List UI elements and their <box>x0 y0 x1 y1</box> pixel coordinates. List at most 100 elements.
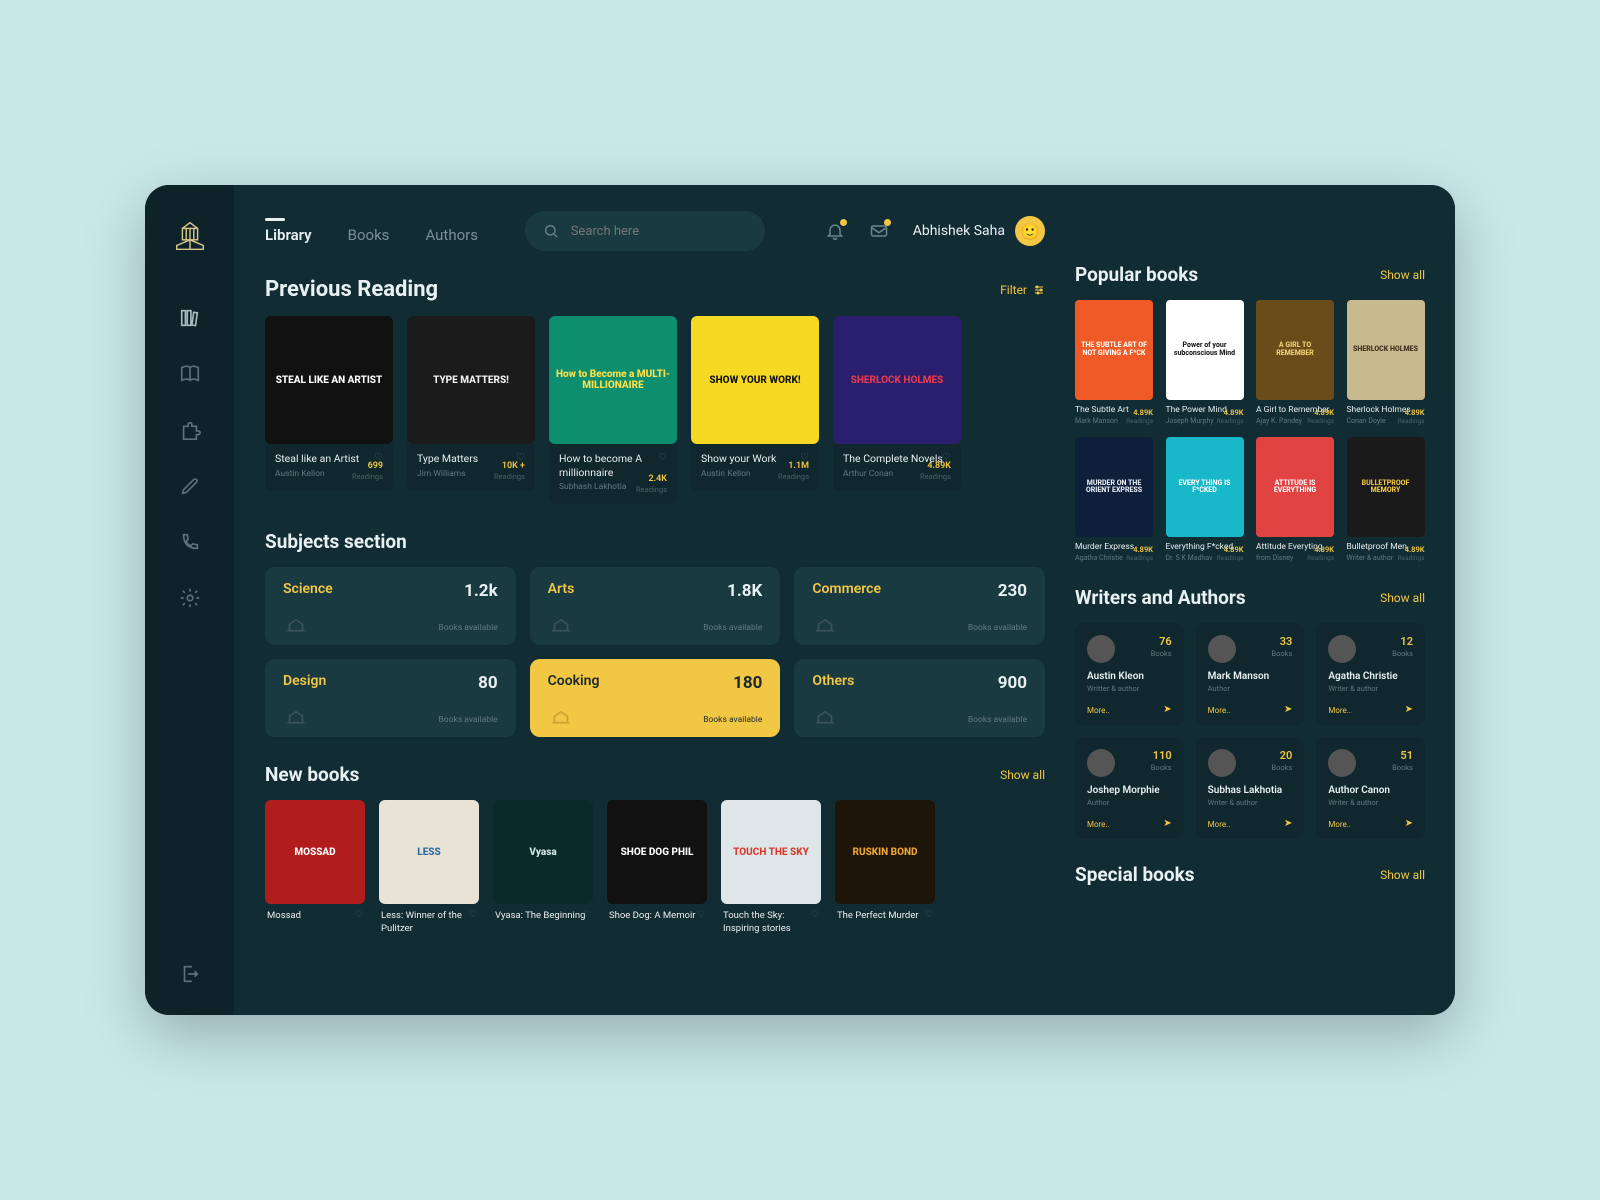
popular-card[interactable]: MURDER ON THE ORIENT EXPRESS Murder Expr… <box>1075 437 1153 562</box>
book-cover: A GIRL TO REMEMBER <box>1256 300 1334 400</box>
tab-library[interactable]: Library <box>265 218 312 244</box>
nav-settings-icon[interactable] <box>179 587 201 609</box>
heart-icon[interactable]: ♡ <box>355 910 363 920</box>
book-cover: SHERLOCK HOLMES <box>833 316 961 444</box>
subject-icon <box>283 609 309 635</box>
book-cover: BULLETPROOF MEMORY <box>1347 437 1425 537</box>
book-card[interactable]: STEAL LIKE AN ARTIST ♡ Steal like an Art… <box>265 316 393 504</box>
user-menu[interactable]: Abhishek Saha 🙂 <box>913 216 1045 246</box>
send-icon[interactable]: ➤ <box>1284 818 1292 829</box>
heart-icon[interactable]: ♡ <box>658 452 667 463</box>
book-cover: Power of your subconscious Mind <box>1166 300 1244 400</box>
author-role: Writer & author <box>1208 798 1293 807</box>
mail-icon[interactable] <box>869 221 889 241</box>
author-bookcount-label: Books <box>1151 763 1172 772</box>
author-name: Mark Manson <box>1208 671 1293 682</box>
send-icon[interactable]: ➤ <box>1405 704 1413 715</box>
filter-button[interactable]: Filter <box>1000 283 1045 297</box>
popular-card[interactable]: ATTITUDE IS EVERYTHING Attitude Everytin… <box>1256 437 1334 562</box>
author-more[interactable]: More.. <box>1328 820 1351 829</box>
author-card[interactable]: 110 Books Joshep Morphie Author More.. ➤ <box>1075 737 1184 839</box>
book-title: Touch the Sky: Inspiring stories <box>723 910 819 935</box>
author-more[interactable]: More.. <box>1328 706 1351 715</box>
writers-showall[interactable]: Show all <box>1380 591 1425 605</box>
book-card[interactable]: TYPE MATTERS! ♡ Type Matters Jim William… <box>407 316 535 504</box>
newbook-card[interactable]: TOUCH THE SKY ♡ Touch the Sky: Inspiring… <box>721 800 821 935</box>
search-input[interactable] <box>571 224 747 239</box>
popular-card[interactable]: A GIRL TO REMEMBER A Girl to Remember Aj… <box>1256 300 1334 425</box>
newbook-card[interactable]: SHOE DOG PHIL ♡ Shoe Dog: A Memoir <box>607 800 707 935</box>
send-icon[interactable]: ➤ <box>1163 704 1171 715</box>
nav-edit-icon[interactable] <box>179 475 201 497</box>
send-icon[interactable]: ➤ <box>1405 818 1413 829</box>
subject-card[interactable]: Science 1.2k Books available <box>265 567 516 645</box>
popular-showall[interactable]: Show all <box>1380 268 1425 282</box>
author-more[interactable]: More.. <box>1087 706 1110 715</box>
popular-card[interactable]: BULLETPROOF MEMORY Bulletproof Men Write… <box>1347 437 1425 562</box>
popular-card[interactable]: Power of your subconscious Mind The Powe… <box>1166 300 1244 425</box>
subject-card[interactable]: Others 900 Books available <box>794 659 1045 737</box>
book-card[interactable]: SHOW YOUR WORK! ♡ Show your Work Austin … <box>691 316 819 504</box>
book-card[interactable]: SHERLOCK HOLMES ♡ The Complete Novels Ar… <box>833 316 961 504</box>
heart-icon[interactable]: ♡ <box>925 910 933 920</box>
subject-count: 80 <box>478 673 498 693</box>
book-cover: MOSSAD <box>265 800 365 904</box>
send-icon[interactable]: ➤ <box>1284 704 1292 715</box>
author-card[interactable]: 76 Books Austin Kleon Writter & author M… <box>1075 623 1184 725</box>
author-name: Austin Kleon <box>1087 671 1172 682</box>
tab-authors[interactable]: Authors <box>425 218 478 244</box>
book-cover: TOUCH THE SKY <box>721 800 821 904</box>
search-box[interactable] <box>525 211 765 251</box>
author-card[interactable]: 20 Books Subhas Lakhotia Writer & author… <box>1196 737 1305 839</box>
tabs: Library Books Authors <box>265 218 478 244</box>
center-column: Library Books Authors <box>235 185 1075 1015</box>
popular-grid: THE SUBTLE ART OF NOT GIVING A F*CK The … <box>1075 300 1425 562</box>
author-bookcount: 12 <box>1392 635 1413 648</box>
nav-phone-icon[interactable] <box>179 531 201 553</box>
nav-logout-icon[interactable] <box>179 963 201 985</box>
newbooks-showall[interactable]: Show all <box>1000 768 1045 782</box>
heart-icon[interactable]: ♡ <box>583 910 591 920</box>
previous-title: Previous Reading <box>265 277 438 302</box>
newbook-card[interactable]: LESS ♡ Less: Winner of the Pulitzer <box>379 800 479 935</box>
subject-card[interactable]: Design 80 Books available <box>265 659 516 737</box>
subject-icon <box>283 701 309 727</box>
nav-reading-icon[interactable] <box>179 363 201 385</box>
special-title: Special books <box>1075 863 1195 886</box>
book-count: 4.89K <box>1314 545 1334 554</box>
popular-card[interactable]: EVERY THING IS F*CKED Everything F*cked … <box>1166 437 1244 562</box>
book-cover: STEAL LIKE AN ARTIST <box>265 316 393 444</box>
tab-books[interactable]: Books <box>348 218 390 244</box>
newbook-card[interactable]: Vyasa ♡ Vyasa: The Beginning <box>493 800 593 935</box>
book-card[interactable]: How to Become a MULTI-MILLIONAIRE ♡ How … <box>549 316 677 504</box>
author-more[interactable]: More.. <box>1087 820 1110 829</box>
special-showall[interactable]: Show all <box>1380 868 1425 882</box>
subject-card[interactable]: Cooking 180 Books available <box>530 659 781 737</box>
author-more[interactable]: More.. <box>1208 820 1231 829</box>
nav-puzzle-icon[interactable] <box>179 419 201 441</box>
heart-icon[interactable]: ♡ <box>811 910 819 920</box>
book-sub: Readings <box>1217 417 1244 425</box>
book-count: 4.89K <box>1314 408 1334 417</box>
heart-icon[interactable]: ♡ <box>697 910 705 920</box>
book-sub: Readings <box>1307 554 1334 562</box>
newbook-card[interactable]: MOSSAD ♡ Mossad <box>265 800 365 935</box>
author-card[interactable]: 12 Books Agatha Christie Writer & author… <box>1316 623 1425 725</box>
author-bookcount: 76 <box>1151 635 1172 648</box>
newbook-card[interactable]: RUSKIN BOND ♡ The Perfect Murder <box>835 800 935 935</box>
popular-card[interactable]: THE SUBTLE ART OF NOT GIVING A F*CK The … <box>1075 300 1153 425</box>
nav-books-icon[interactable] <box>179 307 201 329</box>
book-title: The Perfect Murder <box>837 910 933 922</box>
subject-available: Books available <box>703 623 762 633</box>
subject-card[interactable]: Arts 1.8K Books available <box>530 567 781 645</box>
bell-icon[interactable] <box>825 221 845 241</box>
popular-title: Popular books <box>1075 263 1198 286</box>
author-more[interactable]: More.. <box>1208 706 1231 715</box>
subject-name: Design <box>283 673 498 689</box>
send-icon[interactable]: ➤ <box>1163 818 1171 829</box>
subject-card[interactable]: Commerce 230 Books available <box>794 567 1045 645</box>
popular-card[interactable]: SHERLOCK HOLMES Sherlock Holmes Conan Do… <box>1347 300 1425 425</box>
author-card[interactable]: 33 Books Mark Manson Author More.. ➤ <box>1196 623 1305 725</box>
heart-icon[interactable]: ♡ <box>469 910 477 920</box>
author-card[interactable]: 51 Books Author Canon Writer & author Mo… <box>1316 737 1425 839</box>
